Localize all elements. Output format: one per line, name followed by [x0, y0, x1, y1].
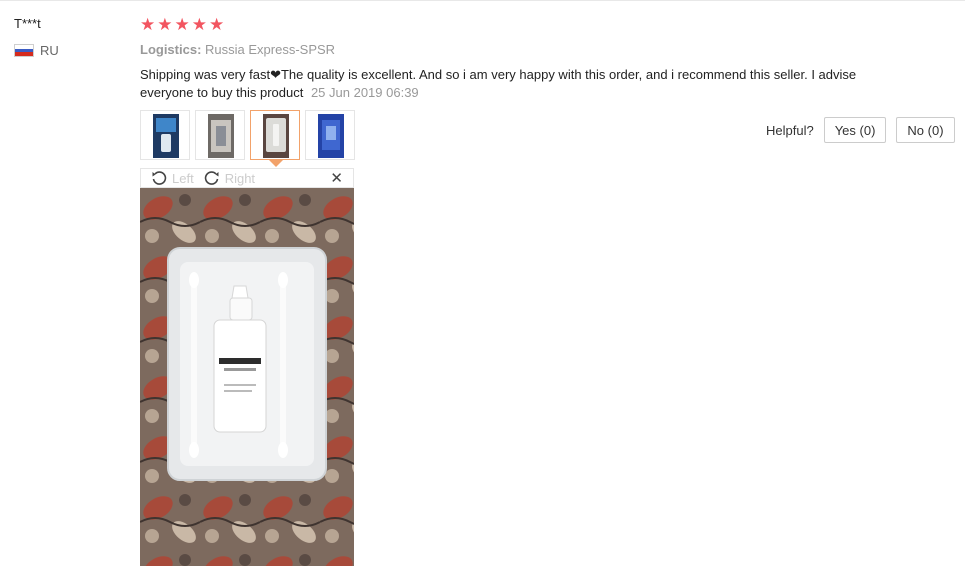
- photo-thumbnail[interactable]: [305, 110, 355, 160]
- helpful-vote: Helpful? Yes (0) No (0): [766, 117, 955, 143]
- thumbnail-image: [263, 114, 289, 158]
- review-photo-large: [140, 188, 354, 566]
- rotate-right-button[interactable]: Right: [204, 170, 255, 186]
- rotate-right-icon: [204, 171, 219, 185]
- photo-thumbnail-active[interactable]: [250, 110, 300, 167]
- thumbnail-image: [318, 114, 344, 158]
- helpful-label: Helpful?: [766, 122, 814, 138]
- logistics-value: Russia Express-SPSR: [205, 42, 336, 57]
- photo-thumbnail[interactable]: [195, 110, 245, 160]
- helpful-no-button[interactable]: No (0): [896, 117, 955, 143]
- top-divider: [0, 0, 965, 1]
- helpful-yes-button[interactable]: Yes (0): [823, 117, 887, 143]
- rotate-right-label: Right: [224, 170, 256, 186]
- review-photo-thumbnails: [140, 110, 355, 167]
- review-text: Shipping was very fast❤The quality is ex…: [140, 66, 880, 102]
- russia-flag-icon: [14, 44, 34, 57]
- star-icon: ★: [140, 15, 156, 34]
- reviewer-name: T***t: [14, 16, 41, 31]
- star-icon: ★: [191, 15, 207, 34]
- logistics-label: Logistics:: [140, 42, 202, 57]
- country-code: RU: [40, 43, 59, 58]
- rotate-left-button[interactable]: Left: [151, 170, 194, 186]
- thumbnail-image: [208, 114, 234, 158]
- feedback-body: Shipping was very fast❤The quality is ex…: [140, 67, 857, 100]
- review-date: 25 Jun 2019 06:39: [310, 85, 419, 100]
- thumbnail-image: [153, 114, 179, 158]
- rotate-left-icon: [152, 171, 167, 185]
- star-icon: ★: [174, 15, 190, 34]
- close-icon[interactable]: ✕: [330, 169, 343, 187]
- logistics-info: Logistics: Russia Express-SPSR: [140, 42, 335, 57]
- rotate-left-label: Left: [172, 170, 194, 186]
- image-viewer-toolbar: Left Right ✕: [140, 168, 354, 188]
- star-icon: ★: [209, 15, 225, 34]
- reviewer-country: RU: [14, 43, 59, 58]
- star-icon: ★: [157, 15, 173, 34]
- star-rating: ★ ★ ★ ★ ★: [140, 15, 224, 35]
- photo-thumbnail[interactable]: [140, 110, 190, 160]
